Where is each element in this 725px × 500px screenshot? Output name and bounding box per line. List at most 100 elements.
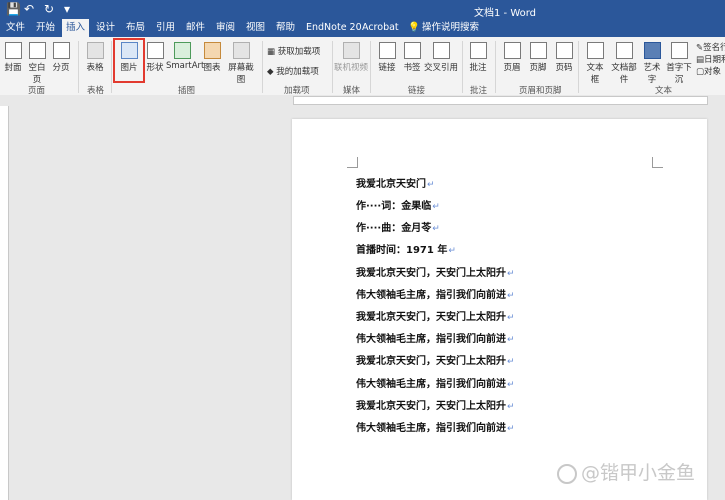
blank-page-icon xyxy=(28,42,46,59)
tab-file[interactable]: 文件 xyxy=(2,19,29,37)
online-video-button[interactable]: 联机视频 xyxy=(334,42,368,73)
smartart-button[interactable]: SmartArt xyxy=(166,42,204,71)
line-text: 我爱北京天安门，天安门上太阳升 xyxy=(356,356,506,367)
title-bar: 💾 ↶ ↻ ▾ 文档1 - Word xyxy=(0,0,725,19)
screenshot-button[interactable]: 屏幕截图 xyxy=(225,42,257,85)
textbox-button[interactable]: 文本框 xyxy=(583,42,607,85)
drop-cap-icon xyxy=(670,42,688,59)
calendar-icon: ▤ xyxy=(696,55,705,65)
cross-reference-button[interactable]: 交叉引用 xyxy=(423,42,459,73)
quick-parts-icon xyxy=(615,42,633,59)
object-label: 对象 xyxy=(704,67,722,77)
doc-line[interactable]: 伟大领袖毛主席，指引我们向前进↵ xyxy=(356,419,515,434)
wordart-button[interactable]: 艺术字 xyxy=(640,42,664,85)
line-text: 伟大领袖毛主席，指引我们向前进 xyxy=(356,423,506,434)
save-icon[interactable]: 💾 xyxy=(6,2,21,16)
tab-home[interactable]: 开始 xyxy=(32,19,59,37)
chart-button[interactable]: 图表 xyxy=(202,42,222,73)
comment-icon xyxy=(469,42,487,59)
table-button[interactable]: 表格 xyxy=(84,42,106,73)
margin-corner-marker xyxy=(652,157,663,168)
margin-corner-marker xyxy=(347,157,358,168)
signature-line-button[interactable]: ✎签名行 xyxy=(696,41,725,53)
shapes-icon xyxy=(146,42,164,59)
doc-line[interactable]: 我爱北京天安门，天安门上太阳升↵ xyxy=(356,352,515,367)
divider xyxy=(370,41,371,93)
blank-page-label: 空白页 xyxy=(28,63,46,85)
date-time-label: 日期和 xyxy=(704,55,725,65)
paragraph-mark: ↵ xyxy=(507,335,515,345)
undo-icon[interactable]: ↶ xyxy=(24,2,34,16)
doc-line[interactable]: 首播时间：1971 年↵ xyxy=(356,241,456,256)
footer-button[interactable]: 页脚 xyxy=(527,42,549,73)
tab-endnote[interactable]: EndNote 20 xyxy=(302,19,366,37)
bookmark-icon xyxy=(403,42,421,59)
page-number-button[interactable]: 页码 xyxy=(553,42,575,73)
bookmark-button[interactable]: 书签 xyxy=(401,42,423,73)
page-break-icon xyxy=(52,42,70,59)
cover-page-icon xyxy=(4,42,22,59)
doc-line[interactable]: 我爱北京天安门，天安门上太阳升↵ xyxy=(356,397,515,412)
drop-cap-button[interactable]: 首字下沉 xyxy=(664,42,694,85)
tab-layout[interactable]: 布局 xyxy=(122,19,149,37)
shapes-button[interactable]: 形状 xyxy=(144,42,166,73)
tab-review[interactable]: 审阅 xyxy=(212,19,239,37)
tab-references[interactable]: 引用 xyxy=(152,19,179,37)
vertical-ruler[interactable] xyxy=(0,106,9,500)
paragraph-mark: ↵ xyxy=(507,402,515,412)
doc-line[interactable]: 我爱北京天安门↵ xyxy=(356,175,435,190)
redo-icon[interactable]: ↻ xyxy=(44,2,54,16)
tell-me-search[interactable]: 操作说明搜索 xyxy=(418,19,483,37)
doc-line[interactable]: 伟大领袖毛主席，指引我们向前进↵ xyxy=(356,286,515,301)
tab-design[interactable]: 设计 xyxy=(92,19,119,37)
tab-insert[interactable]: 插入 xyxy=(62,19,90,37)
customize-quick-access-icon[interactable]: ▾ xyxy=(64,2,70,16)
page-number-icon xyxy=(555,42,573,59)
quick-parts-button[interactable]: 文档部件 xyxy=(609,42,639,85)
tab-acrobat[interactable]: Acrobat xyxy=(358,19,403,37)
paragraph-mark: ↵ xyxy=(432,224,440,234)
line-text: 我爱北京天安门，天安门上太阳升 xyxy=(356,312,506,323)
doc-line[interactable]: 我爱北京天安门，天安门上太阳升↵ xyxy=(356,308,515,323)
ribbon-tabs: 文件 开始 插入 设计 布局 引用 邮件 审阅 视图 帮助 EndNote 20… xyxy=(0,19,725,37)
chart-label: 图表 xyxy=(203,63,221,73)
link-label: 链接 xyxy=(378,63,396,73)
divider xyxy=(495,41,496,93)
cover-page-button[interactable]: 封面 xyxy=(3,42,23,73)
page-break-button[interactable]: 分页 xyxy=(52,42,70,73)
divider xyxy=(578,41,579,93)
object-icon: ▢ xyxy=(696,67,705,77)
blank-page-button[interactable]: 空白页 xyxy=(25,42,49,85)
tab-view[interactable]: 视图 xyxy=(242,19,269,37)
get-addins-button[interactable]: ▦ 获取加载项 xyxy=(267,45,331,57)
comment-button[interactable]: 批注 xyxy=(467,42,489,73)
header-button[interactable]: 页眉 xyxy=(501,42,523,73)
paragraph-mark: ↵ xyxy=(507,424,515,434)
footer-icon xyxy=(529,42,547,59)
paragraph-mark: ↵ xyxy=(507,269,515,279)
link-button[interactable]: 链接 xyxy=(377,42,397,73)
date-time-button[interactable]: ▤日期和 xyxy=(696,53,725,65)
cross-reference-label: 交叉引用 xyxy=(423,63,458,73)
watermark-logo-icon xyxy=(557,463,577,484)
wordart-label: 艺术字 xyxy=(643,63,661,85)
doc-line[interactable]: 伟大领袖毛主席，指引我们向前进↵ xyxy=(356,330,515,345)
doc-line[interactable]: 作····曲：金月苓↵ xyxy=(356,219,440,234)
line-text: 我爱北京天安门，天安门上太阳升 xyxy=(356,268,506,279)
object-button[interactable]: ▢对象 xyxy=(696,65,725,77)
paragraph-mark: ↵ xyxy=(507,291,515,301)
video-icon xyxy=(342,42,360,59)
doc-line[interactable]: 作····词：金果临↵ xyxy=(356,197,440,212)
tab-help[interactable]: 帮助 xyxy=(272,19,299,37)
tab-mailings[interactable]: 邮件 xyxy=(182,19,209,37)
divider xyxy=(111,41,112,93)
page-number-label: 页码 xyxy=(555,63,573,73)
ribbon: 封面 空白页 分页 表格 图片 形状 SmartArt 图表 屏幕截图 ▦ 获取… xyxy=(0,37,725,96)
table-icon xyxy=(86,42,104,59)
textbox-icon xyxy=(586,42,604,59)
wordart-icon xyxy=(643,42,661,59)
doc-line[interactable]: 我爱北京天安门，天安门上太阳升↵ xyxy=(356,264,515,279)
horizontal-ruler[interactable] xyxy=(0,95,725,106)
doc-line[interactable]: 伟大领袖毛主席，指引我们向前进↵ xyxy=(356,375,515,390)
my-addins-button[interactable]: ◆ 我的加载项 xyxy=(267,65,331,77)
